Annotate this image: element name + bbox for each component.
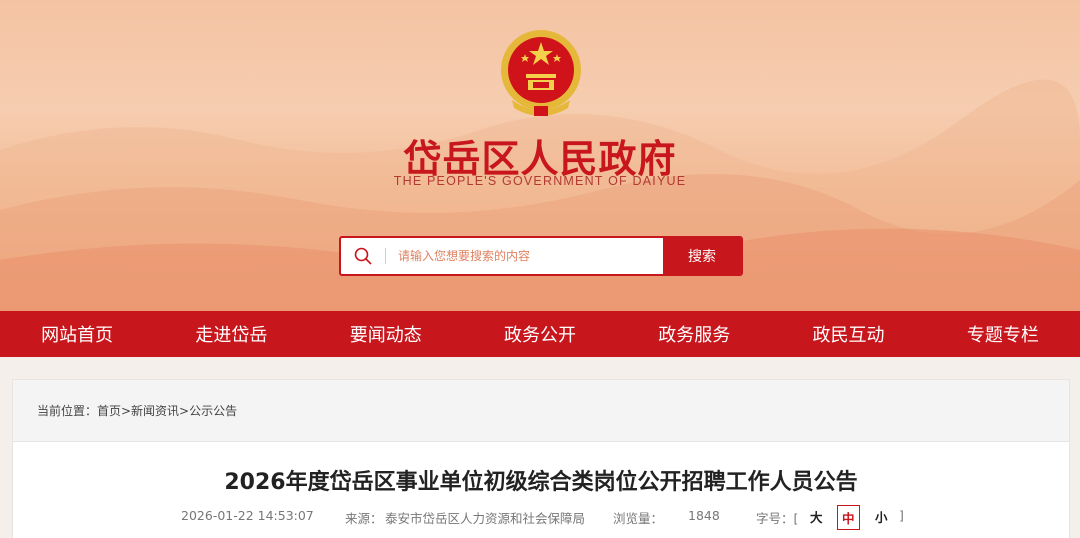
font-size-close: ] xyxy=(899,508,904,523)
article-panel: 当前位置：首页>新闻资讯>公示公告 2026年度岱岳区事业单位初级综合类岗位公开… xyxy=(12,379,1070,538)
header-banner: 岱岳区人民政府 THE PEOPLE'S GOVERNMENT OF DAIYU… xyxy=(0,0,1080,311)
search-bar: 搜索 xyxy=(339,236,743,276)
national-emblem-icon xyxy=(501,30,581,116)
source-label: 来源： xyxy=(345,511,383,526)
font-size-label: 字号：[ xyxy=(756,511,799,526)
nav-item-about-daiyue[interactable]: 走进岱岳 xyxy=(154,311,308,357)
nav-item-gov-services[interactable]: 政务服务 xyxy=(617,311,771,357)
search-input[interactable] xyxy=(386,238,663,274)
font-size-large-button[interactable]: 大 xyxy=(806,505,827,528)
nav-item-topics[interactable]: 专题专栏 xyxy=(926,311,1080,357)
search-button[interactable]: 搜索 xyxy=(663,238,741,274)
breadcrumb-text[interactable]: 当前位置：首页>新闻资讯>公示公告 xyxy=(37,402,237,419)
nav-item-gov-info[interactable]: 政务公开 xyxy=(463,311,617,357)
breadcrumb: 当前位置：首页>新闻资讯>公示公告 xyxy=(13,380,1069,442)
font-size-medium-button[interactable]: 中 xyxy=(837,505,860,530)
font-size-small-button[interactable]: 小 xyxy=(871,505,892,528)
nav-item-news[interactable]: 要闻动态 xyxy=(309,311,463,357)
publish-date: 2026-01-22 14:53:07 xyxy=(181,508,314,523)
article-title: 2026年度岱岳区事业单位初级综合类岗位公开招聘工作人员公告 xyxy=(224,470,858,495)
source-value: 泰安市岱岳区人力资源和社会保障局 xyxy=(385,511,586,526)
views-count: 1848 xyxy=(688,508,720,523)
site-subtitle: THE PEOPLE'S GOVERNMENT OF DAIYUE xyxy=(393,174,687,188)
views-label: 浏览量： xyxy=(613,511,664,526)
nav-item-interaction[interactable]: 政民互动 xyxy=(771,311,925,357)
search-icon xyxy=(341,238,385,274)
main-nav: 网站首页 走进岱岳 要闻动态 政务公开 政务服务 政民互动 专题专栏 xyxy=(0,311,1080,357)
nav-item-home[interactable]: 网站首页 xyxy=(0,311,154,357)
